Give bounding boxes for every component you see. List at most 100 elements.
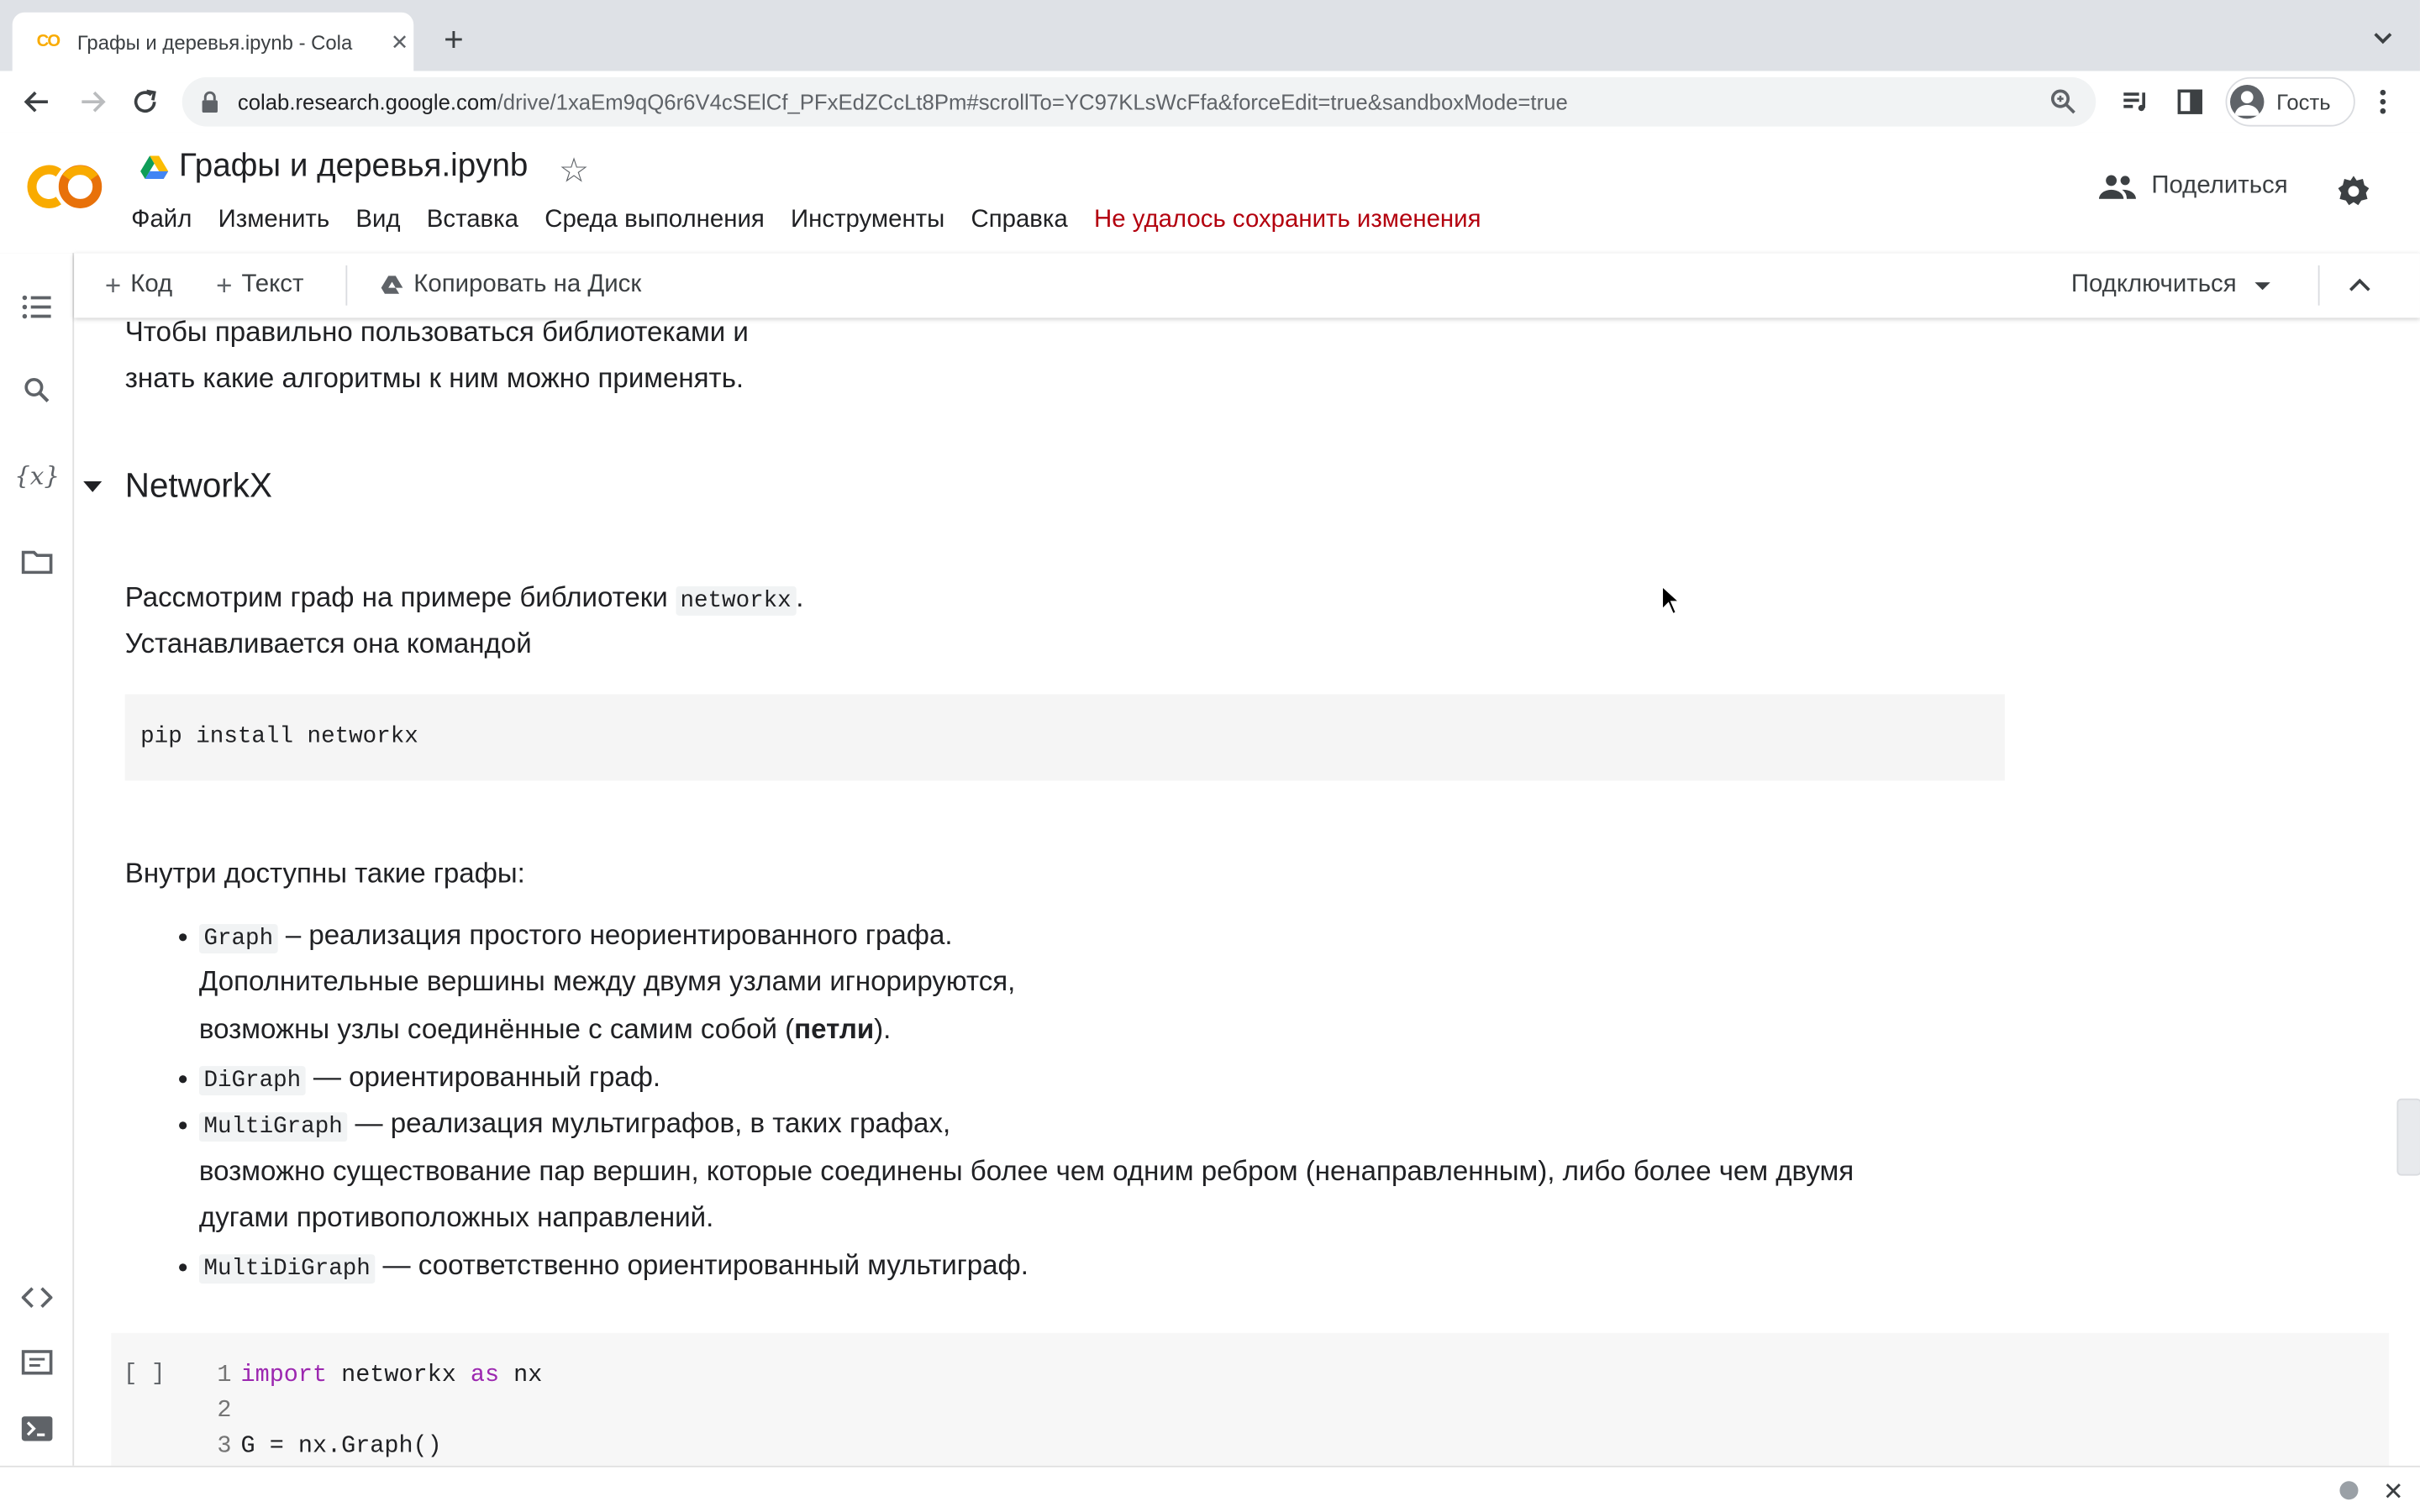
- paragraph-text: Рассмотрим граф на примере библиотеки: [124, 581, 668, 613]
- side-panel-icon[interactable]: [2175, 87, 2206, 118]
- connect-label: Подключиться: [2070, 271, 2237, 298]
- back-arrow-icon: [24, 91, 48, 113]
- keyword: import: [240, 1360, 328, 1389]
- code-text: networkx: [327, 1360, 471, 1389]
- notebook-toolbar: + Код + Текст Копировать на Диск Подключит…: [74, 253, 2420, 318]
- list-item: MultiDiGraph — соответственно ориентиров…: [198, 1242, 1028, 1294]
- install-command: pip install networkx: [140, 723, 418, 750]
- code-text: nx: [499, 1360, 543, 1389]
- add-text-cell-button[interactable]: + Текст: [216, 253, 303, 318]
- inline-code: MultiDiGraph: [198, 1254, 376, 1284]
- list-item-text: возможно существование пар вершин, котор…: [198, 1155, 1854, 1187]
- chevron-down-icon[interactable]: [2254, 281, 2271, 290]
- add-code-cell-button[interactable]: + Код: [105, 253, 172, 318]
- code-cell[interactable]: [ ] 1 2 3 import networkx as nx G = nx.G…: [111, 1332, 2390, 1466]
- code-block: pip install networkx: [124, 694, 2005, 781]
- command-palette-icon[interactable]: [20, 1346, 54, 1379]
- scrollbar-thumb[interactable]: [2396, 1098, 2420, 1176]
- media-control-icon[interactable]: [2121, 87, 2152, 118]
- intro-text-line: Чтобы правильно пользоваться библиотекам…: [124, 318, 749, 348]
- table-of-contents-icon[interactable]: [20, 290, 54, 323]
- menu-insert[interactable]: Вставка: [427, 207, 518, 234]
- runtime-status-icon[interactable]: [2339, 1481, 2359, 1500]
- code-line[interactable]: import networkx as nx: [241, 1352, 543, 1399]
- colab-header: Графы и деревья.ipynb ☆ Файл Изменить Ви…: [0, 132, 2420, 255]
- save-error-message[interactable]: Не удалось сохранить изменения: [1094, 207, 1481, 234]
- add-text-label: Текст: [241, 271, 304, 298]
- list-item-text: дугами противоположных направлений.: [198, 1201, 714, 1233]
- menu-bar: Файл Изменить Вид Вставка Среда выполнен…: [131, 207, 1507, 234]
- section-heading: NetworkX: [124, 465, 272, 505]
- connect-runtime-button[interactable]: Подключиться: [2070, 253, 2271, 318]
- browser-menu-icon[interactable]: [2370, 87, 2395, 118]
- inline-code: DiGraph: [198, 1066, 306, 1096]
- copy-to-drive-button[interactable]: Копировать на Диск: [380, 253, 641, 318]
- share-label: Поделиться: [2151, 172, 2288, 199]
- inline-code: MultiGraph: [198, 1112, 348, 1142]
- star-icon[interactable]: ☆: [559, 151, 589, 192]
- intro-text-line: знать какие алгоритмы к ним можно примен…: [124, 362, 744, 394]
- list-item-text: – реализация простого неориентированного…: [277, 919, 953, 951]
- list-item-text: Дополнительные вершины между двумя узлам…: [198, 965, 1016, 997]
- paragraph: Устанавливается она командой: [124, 627, 532, 659]
- section-collapse-caret-icon[interactable]: [83, 481, 103, 492]
- google-drive-icon[interactable]: [139, 155, 170, 182]
- forward-arrow-icon: [82, 91, 106, 113]
- url-text[interactable]: colab.research.google.com/drive/1xaEm9qQ…: [238, 90, 1568, 114]
- address-bar[interactable]: colab.research.google.com/drive/1xaEm9qQ…: [182, 76, 2096, 127]
- profile-button[interactable]: Гость: [2225, 76, 2355, 127]
- list-item-text: возможны узлы соединённые с самим собой …: [198, 1013, 795, 1045]
- line-number: 3: [217, 1431, 232, 1460]
- new-tab-button[interactable]: +: [435, 21, 472, 59]
- files-folder-icon[interactable]: [20, 544, 54, 578]
- paragraph: Внутри доступны такие графы:: [124, 858, 525, 889]
- toolbar-divider: [2317, 265, 2320, 306]
- colab-favicon-icon: CO: [36, 32, 60, 51]
- copy-to-drive-label: Копировать на Диск: [413, 271, 642, 298]
- menu-tools[interactable]: Инструменты: [791, 207, 944, 234]
- colab-logo-icon[interactable]: [24, 160, 105, 213]
- zoom-icon[interactable]: [2049, 88, 2077, 116]
- menu-edit[interactable]: Изменить: [218, 207, 330, 234]
- plus-icon: +: [216, 269, 233, 301]
- keyword: as: [470, 1360, 500, 1389]
- close-icon[interactable]: ✕: [2383, 1477, 2404, 1508]
- lock-icon[interactable]: [201, 91, 219, 113]
- paragraph: Рассмотрим граф на примере библиотеки ne…: [124, 574, 803, 626]
- share-button[interactable]: Поделиться: [2098, 172, 2288, 201]
- menu-view[interactable]: Вид: [355, 207, 400, 234]
- add-code-label: Код: [130, 271, 173, 298]
- forward-button[interactable]: [74, 83, 111, 120]
- tab-search-icon[interactable]: [2370, 24, 2395, 49]
- list-bullet: [179, 1121, 187, 1130]
- drive-icon: [381, 276, 403, 294]
- avatar-icon: [2230, 85, 2265, 119]
- menu-help[interactable]: Справка: [971, 207, 1067, 234]
- reload-icon: [134, 89, 156, 113]
- chevron-up-icon[interactable]: [2346, 271, 2374, 299]
- settings-gear-icon[interactable]: [2335, 173, 2372, 210]
- list-bullet: [179, 933, 187, 942]
- list-item: DiGraph — ориентированный граф.: [198, 1053, 660, 1105]
- inline-code: Graph: [198, 924, 278, 954]
- people-icon: [2098, 175, 2136, 199]
- menu-runtime[interactable]: Среда выполнения: [544, 207, 765, 234]
- search-icon[interactable]: [20, 373, 54, 407]
- code-line[interactable]: G = nx.Graph(): [241, 1422, 442, 1465]
- back-button[interactable]: [18, 83, 55, 120]
- run-cell-button[interactable]: [ ]: [124, 1352, 166, 1399]
- close-tab-icon[interactable]: ✕: [386, 29, 413, 55]
- reload-button[interactable]: [127, 83, 164, 120]
- browser-tab[interactable]: CO Графы и деревья.ipynb - Cola ✕: [12, 12, 414, 71]
- mouse-cursor-icon: [1661, 585, 1681, 616]
- list-item-text: — реализация мультиграфов, в таких графа…: [347, 1107, 951, 1139]
- terminal-icon[interactable]: [20, 1412, 54, 1446]
- list-item-text: возможны узлы соединённые с самим собой …: [199, 1006, 891, 1053]
- code-snippets-icon[interactable]: [20, 1280, 54, 1314]
- menu-file[interactable]: Файл: [131, 207, 192, 234]
- notebook-title[interactable]: Графы и деревья.ipynb: [179, 148, 528, 185]
- left-sidebar: {x}: [0, 253, 75, 1466]
- url-path: /drive/1xaEm9qQ6r6V4cSElCf_PFxEdZCcLt8Pm…: [497, 89, 1568, 114]
- variables-icon[interactable]: {x}: [14, 458, 60, 491]
- list-bullet: [179, 1075, 187, 1084]
